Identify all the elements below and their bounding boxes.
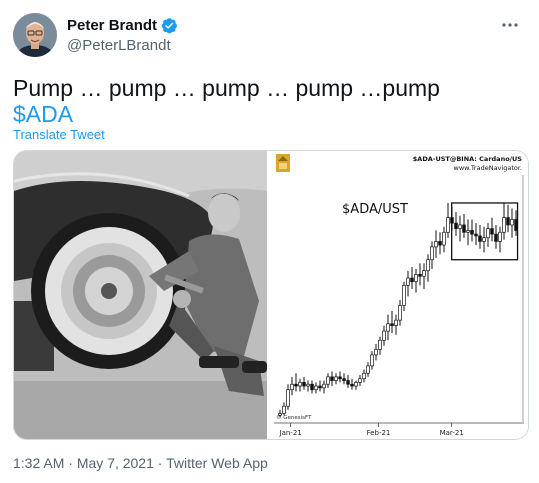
tire-photo-icon [14, 151, 267, 439]
candle-body [342, 378, 346, 381]
x-tick-label: Mar-21 [440, 429, 464, 437]
ada-ust-chart[interactable]: $ADA-UST@BINA: Cardano/US www.TradeNavig… [270, 151, 528, 439]
tweet-card: Peter Brandt @PeterLBrandt Pump … pump …… [0, 0, 539, 483]
candle-body [290, 383, 294, 391]
candle-body [358, 378, 362, 383]
candle-body [474, 233, 478, 237]
candle-body [426, 259, 430, 272]
candle-body [454, 222, 458, 229]
candle-body [410, 277, 414, 283]
candle-body [346, 380, 350, 385]
candle-body [446, 217, 450, 233]
meta-separator-2: · [153, 455, 167, 471]
candle-body [302, 382, 306, 387]
candle-body [438, 241, 442, 246]
candle-body [402, 285, 406, 306]
candle-body [330, 376, 334, 381]
candle-body [374, 349, 378, 356]
candle-body [382, 330, 386, 341]
tweet-text-line: Pump … pump … pump … pump …pump [13, 75, 440, 101]
candle-body [398, 305, 402, 321]
author-row: Peter Brandt [67, 17, 178, 34]
candle-body [338, 376, 342, 380]
candle-body [494, 233, 498, 242]
candle-body [378, 339, 382, 350]
more-horizontal-icon[interactable] [501, 16, 519, 39]
tweet-date[interactable]: May 7, 2021 [77, 455, 154, 471]
candle-body [362, 372, 366, 380]
candle-body [298, 382, 302, 387]
tweet-text: Pump … pump … pump … pump …pump $ADA [13, 75, 440, 127]
candle-body [430, 246, 434, 261]
candle-body [462, 224, 466, 233]
candle-body [350, 383, 354, 387]
candle-body [502, 217, 506, 233]
author-handle[interactable]: @PeterLBrandt [67, 37, 171, 54]
candle-body [458, 224, 462, 229]
candle-body [314, 385, 318, 391]
verified-badge-icon [161, 18, 177, 34]
tweet-time[interactable]: 1:32 AM [13, 455, 64, 471]
candle-body [482, 237, 486, 242]
author-name[interactable]: Peter Brandt [67, 17, 157, 34]
photo-man-pumping-tire[interactable] [14, 151, 267, 439]
candle-body [282, 405, 286, 414]
chart-header-site: www.TradeNavigator. [454, 164, 523, 172]
cashtag-link[interactable]: $ADA [13, 101, 440, 127]
chart-watermark: © GenesisFT [276, 414, 312, 421]
candle-body [326, 376, 330, 385]
candle-body [414, 274, 418, 283]
candle-body [422, 270, 426, 277]
candle-body [306, 383, 310, 387]
candle-body [354, 382, 358, 387]
candle-body [510, 219, 514, 226]
candle-body [490, 228, 494, 235]
media-container[interactable]: $ADA-UST@BINA: Cardano/US www.TradeNavig… [13, 150, 529, 440]
candle-body [418, 274, 422, 277]
candle-body [294, 383, 298, 387]
candle-body [286, 389, 290, 407]
avatar-photo-icon [13, 13, 57, 57]
candle-body [386, 323, 390, 332]
more-dots-icon [502, 23, 518, 27]
x-tick-label: Jan-21 [279, 429, 302, 437]
chart-header-symbol: $ADA-UST@BINA: Cardano/US [413, 155, 523, 163]
tweet-source[interactable]: Twitter Web App [166, 455, 268, 471]
x-tick-label: Feb-21 [367, 429, 391, 437]
candle-body [498, 231, 502, 242]
tweet-meta: 1:32 AM · May 7, 2021 · Twitter Web App [13, 455, 268, 471]
candle-body [366, 365, 370, 374]
meta-separator: · [64, 455, 77, 471]
candle-body [434, 241, 438, 248]
candle-body [506, 217, 510, 226]
candle-body [478, 235, 482, 242]
avatar[interactable] [13, 13, 57, 57]
candle-body [322, 383, 326, 389]
candle-body [486, 228, 490, 239]
candle-body [442, 231, 446, 246]
candle-body [370, 354, 374, 367]
candle-body [466, 230, 470, 233]
candle-body [310, 383, 314, 391]
translate-tweet-link[interactable]: Translate Tweet [13, 127, 105, 142]
candle-body [406, 277, 410, 286]
candle-body [394, 319, 398, 326]
right-axis [522, 175, 524, 423]
chart-canvas: $ADA-UST@BINA: Cardano/US www.TradeNavig… [270, 151, 528, 439]
candle-body [334, 376, 338, 381]
chart-title: $ADA/UST [342, 202, 408, 217]
trade-navigator-logo-icon [276, 154, 290, 172]
candle-body [390, 323, 394, 326]
candle-body [318, 385, 322, 389]
candle-body [470, 230, 474, 235]
